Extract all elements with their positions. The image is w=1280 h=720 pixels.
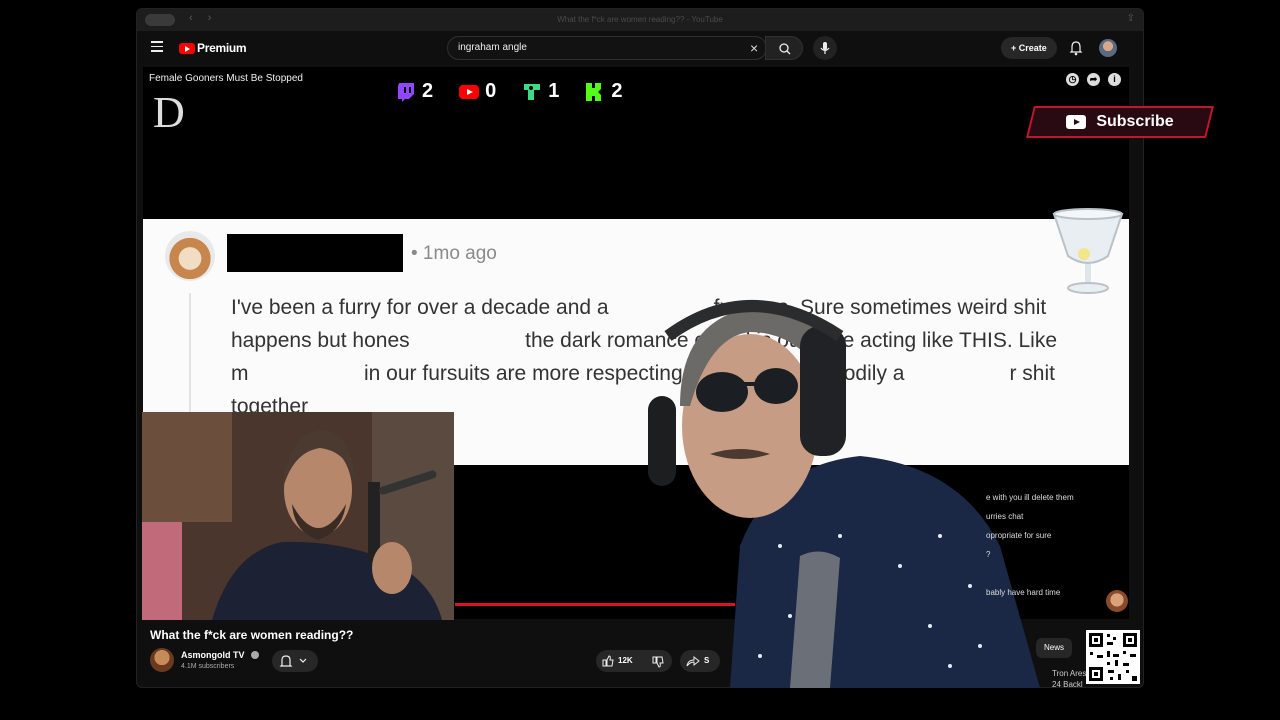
- comment-time: • 1mo ago: [411, 243, 497, 264]
- kick-count: 2: [611, 80, 623, 102]
- video-overlay-title[interactable]: Female Gooners Must Be Stopped: [149, 73, 303, 84]
- chat-line: bably have hard time: [986, 588, 1061, 597]
- video-top-controls: ◷ ➦ i: [1066, 73, 1121, 86]
- stat-youtube: 0: [459, 80, 496, 103]
- chat-feed: e with you ill delete them urries chat o…: [986, 488, 1074, 602]
- stat-twitch: 2: [396, 80, 433, 103]
- create-button[interactable]: + Create: [1001, 37, 1057, 59]
- clear-icon[interactable]: ×: [750, 40, 758, 56]
- thumbs-down-icon[interactable]: [652, 656, 664, 668]
- related-line: Tron Ares: [1052, 669, 1087, 678]
- webcam-left-image: [142, 412, 454, 620]
- youtube-icon: [1066, 115, 1087, 129]
- bell-chevron-icon: [279, 655, 307, 667]
- kick-icon: [586, 82, 602, 101]
- webcam-left: [142, 412, 454, 620]
- youtube-count: 0: [485, 80, 497, 102]
- search-button[interactable]: [765, 36, 803, 60]
- search-box: ×: [447, 36, 767, 60]
- subscribed-bell-button[interactable]: [272, 650, 318, 672]
- stream-frame: ‹ › What the f*ck are women reading?? - …: [0, 0, 1280, 720]
- viewer-stats: 2 0 1 2: [396, 80, 623, 103]
- youtube-play-icon: [179, 42, 195, 54]
- chat-line: opropriate for sure: [986, 531, 1052, 540]
- stat-kick: 2: [585, 80, 623, 103]
- search-input[interactable]: [458, 42, 718, 53]
- glass-cup-icon: [1052, 208, 1124, 294]
- stat-kick-alt: 1: [522, 80, 559, 103]
- chat-line: [986, 564, 1074, 583]
- corner-letter: D: [153, 88, 185, 137]
- subscribe-banner: Subscribe: [1026, 106, 1214, 138]
- bell-icon: [1069, 41, 1083, 56]
- kick-alt-icon: [524, 83, 541, 100]
- search-icon: [779, 43, 791, 55]
- voice-search-button[interactable]: [813, 36, 837, 60]
- tab-title: What the f*ck are women reading?? - YouT…: [557, 15, 723, 24]
- subscriber-count: 4.1M subscribers: [181, 663, 235, 670]
- info-icon[interactable]: i: [1108, 73, 1121, 86]
- notifications-button[interactable]: [1069, 40, 1083, 61]
- share-label: S: [704, 656, 710, 665]
- channel-name[interactable]: Asmongold TV: [181, 650, 245, 660]
- commenter-avatar: [165, 231, 215, 281]
- verified-icon: [251, 651, 259, 659]
- menu-icon[interactable]: [151, 41, 163, 52]
- share-icon: [686, 655, 700, 667]
- logo-label: Premium: [197, 41, 247, 55]
- video-title: What the f*ck are women reading??: [150, 628, 354, 642]
- thumbs-up-icon[interactable]: [602, 655, 614, 667]
- like-dislike-group: 12K: [596, 650, 672, 672]
- subscribe-label: Subscribe: [1096, 113, 1174, 130]
- share-button[interactable]: S: [680, 650, 720, 672]
- redacted-username: [227, 234, 403, 272]
- create-label: Create: [1018, 43, 1047, 53]
- twitch-count: 2: [422, 80, 434, 102]
- channel-avatar[interactable]: [150, 648, 174, 672]
- chat-avatar: [1106, 590, 1128, 612]
- related-line: 24 Backl: [1052, 680, 1083, 689]
- chat-line: urries chat: [986, 512, 1024, 521]
- related-video-text[interactable]: Tron Ares 24 Backl: [1052, 668, 1086, 690]
- qr-code: [1086, 630, 1140, 684]
- share-icon[interactable]: ⇪: [1127, 13, 1135, 24]
- mic-icon: [820, 42, 830, 54]
- youtube-masthead: Premium × + Create: [137, 31, 1143, 65]
- share-arrow-icon[interactable]: ➦: [1087, 73, 1100, 86]
- account-avatar[interactable]: [1099, 39, 1117, 57]
- youtube-icon: [459, 84, 480, 99]
- chat-line: e with you ill delete them: [986, 493, 1074, 502]
- like-count: 12K: [618, 656, 633, 665]
- watch-later-icon[interactable]: ◷: [1066, 73, 1079, 86]
- twitch-icon: [398, 82, 414, 102]
- kick-alt-count: 1: [548, 80, 560, 102]
- chat-line: ?: [986, 550, 991, 559]
- youtube-logo[interactable]: Premium: [179, 40, 247, 56]
- filter-chip-news[interactable]: News: [1036, 638, 1073, 658]
- browser-titlebar: ‹ › What the f*ck are women reading?? - …: [137, 9, 1143, 31]
